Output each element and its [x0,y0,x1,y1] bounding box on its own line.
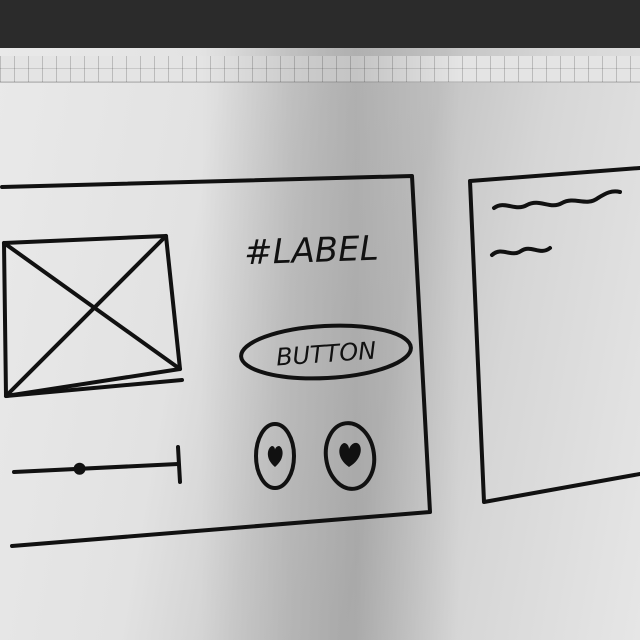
wireframe-sketch: #LABEL BUTTON [0,166,640,548]
slider[interactable] [12,445,182,484]
side-panel-frame [468,166,640,504]
side-panel [468,166,640,504]
heart-icon [339,442,361,467]
sketch-photo: #LABEL BUTTON [0,0,640,640]
label-text: #LABEL [243,229,379,274]
text-squiggle-line-1 [492,189,622,210]
slider-end-cap [176,445,182,484]
image-placeholder [2,234,184,398]
slider-handle[interactable] [73,462,86,475]
button[interactable]: BUTTON [239,322,413,383]
button-label: BUTTON [275,337,377,372]
text-squiggle-line-2 [490,246,552,257]
heart-button-1[interactable] [254,422,296,490]
slider-track [12,462,180,474]
heart-icon [267,446,283,467]
heart-button-2[interactable] [322,420,379,492]
